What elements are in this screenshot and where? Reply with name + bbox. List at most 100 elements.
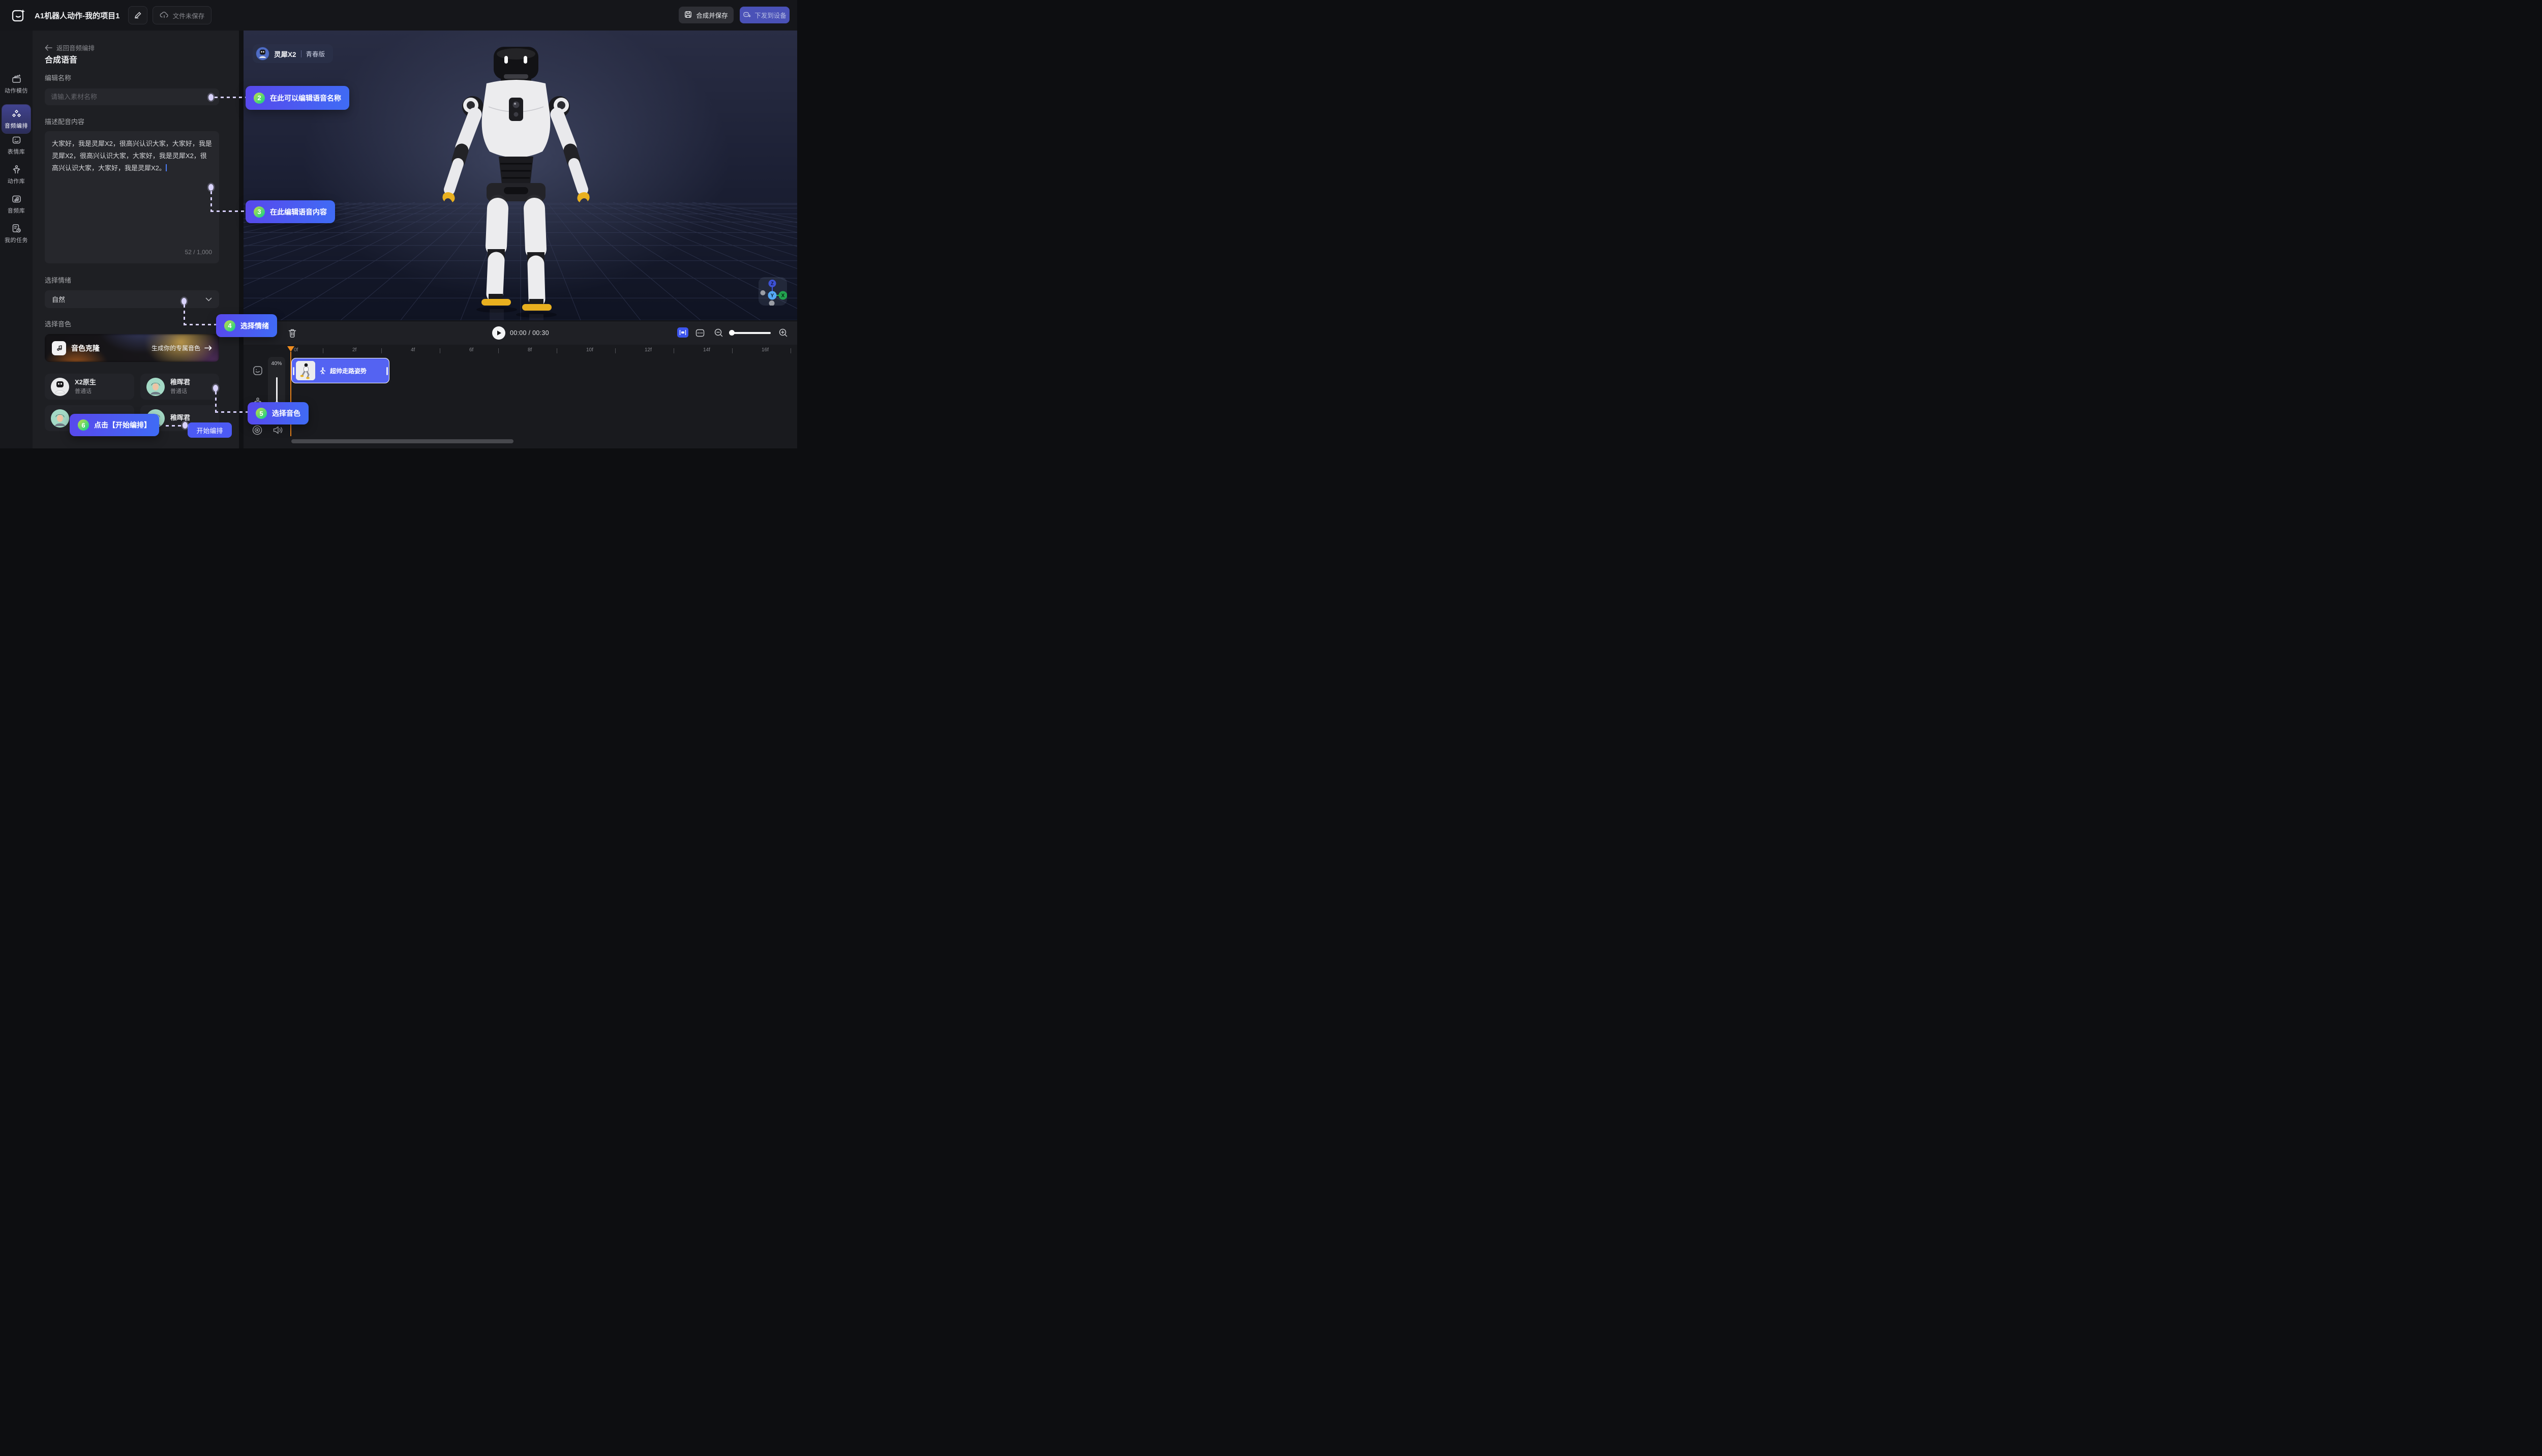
- timeline-zoom-slider[interactable]: [731, 332, 771, 334]
- transport-bar: 00:00 / 00:30: [244, 321, 797, 345]
- nav-item-my-tasks[interactable]: 我的任务: [1, 223, 32, 244]
- volume-track[interactable]: [276, 377, 278, 404]
- chevron-down-icon: [205, 295, 212, 303]
- emotion-select[interactable]: 自然: [45, 290, 219, 308]
- ruler-label: 4f: [411, 347, 415, 353]
- connector-line: [215, 391, 217, 412]
- ruler-label: 0f: [294, 347, 298, 353]
- deploy-to-device-label: 下发到设备: [754, 10, 786, 20]
- axis-x-label: X: [781, 293, 785, 299]
- nav-item-motion-mimic[interactable]: 动作模仿: [1, 74, 32, 95]
- robot-name: 灵犀X2: [274, 49, 296, 59]
- ruler-label: 16f: [762, 347, 769, 353]
- step-number: 2: [254, 93, 265, 104]
- clip-left-handle[interactable]: [293, 367, 294, 375]
- left-nav: 动作模仿 音频编排 表情库 动作库 音频库 我的任务: [0, 31, 33, 448]
- synthesize-voice-panel: 返回音频编排 合成语音 编辑名称 描述配音内容 大家好，我是灵犀X2，很高兴认识…: [33, 31, 239, 448]
- save-and-merge-button[interactable]: 合成并保存: [679, 7, 734, 23]
- nav-label: 我的任务: [5, 236, 28, 244]
- step-text: 选择情绪: [240, 321, 269, 331]
- voice-card-x2[interactable]: X2原生普通话: [45, 374, 134, 400]
- man-avatar: [51, 409, 69, 428]
- tooltip-step-4: 4 选择情绪: [216, 314, 277, 337]
- project-title: A1机器人动作-我的项目1: [35, 0, 120, 31]
- speaker-icon[interactable]: [271, 424, 284, 439]
- voice-name: 稚晖君: [170, 414, 190, 422]
- name-label: 编辑名称: [45, 73, 71, 82]
- ruler-label: 6f: [469, 347, 473, 353]
- step-text: 点击【开始编排】: [94, 420, 151, 430]
- axis-neg-dot: [761, 290, 766, 295]
- deploy-to-device-button[interactable]: 下发到设备: [740, 7, 790, 23]
- robot-3d-viewport[interactable]: 灵犀X2 青春版 Z Y X: [244, 31, 797, 320]
- play-button[interactable]: [492, 326, 505, 340]
- connector-line: [215, 97, 246, 98]
- tooltip-step-3: 3 在此编辑语音内容: [246, 200, 335, 223]
- back-to-audio-arrange[interactable]: 返回音频编排: [45, 43, 95, 52]
- edit-title-button[interactable]: [128, 6, 147, 24]
- robot-model-badge: 灵犀X2 青春版: [253, 44, 333, 63]
- back-label: 返回音频编排: [56, 43, 95, 52]
- nav-item-action-library[interactable]: 动作库: [1, 164, 32, 185]
- save-and-merge-label: 合成并保存: [696, 10, 728, 20]
- app-logo-icon: [10, 7, 27, 24]
- zoom-in-icon[interactable]: [778, 328, 788, 340]
- nav-label: 动作库: [8, 177, 25, 185]
- material-name-input[interactable]: [45, 88, 219, 105]
- fit-timeline-button[interactable]: [677, 327, 688, 338]
- step-number: 4: [224, 320, 235, 331]
- save-icon: [684, 11, 692, 20]
- motion-clip[interactable]: 超帅走路姿势: [291, 358, 389, 383]
- man-avatar: [146, 378, 165, 396]
- axis-z-label: Z: [771, 281, 774, 286]
- file-unsaved-button[interactable]: 文件未保存: [153, 6, 211, 24]
- clip-label: 超帅走路姿势: [330, 367, 367, 375]
- music-file-icon: [52, 341, 66, 355]
- nav-label: 音频库: [8, 206, 25, 215]
- connector-dot: [181, 298, 187, 305]
- walking-person-icon: [319, 367, 326, 374]
- timeline-panel[interactable]: 0f 2f 4f 6f 8f 10f 12f 14f 16f 40%: [244, 345, 797, 448]
- step-text: 在此编辑语音内容: [270, 207, 327, 217]
- voice-name: 稚晖君: [170, 378, 190, 387]
- axis-y-label: Y: [771, 293, 774, 299]
- timeline-zoom-knob[interactable]: [729, 330, 735, 336]
- voice-clone-banner[interactable]: 音色克隆 生成你的专属音色: [45, 334, 219, 362]
- connector-line: [166, 425, 184, 427]
- robot-scene: [244, 31, 797, 320]
- clip-right-handle[interactable]: [386, 367, 388, 375]
- volume-value: 40%: [268, 360, 285, 367]
- voice-content-textarea[interactable]: 大家好，我是灵犀X2，很高兴认识大家，大家好，我是灵犀X2，很高兴认识大家，大家…: [45, 131, 219, 263]
- clone-cta-label: 生成你的专属音色: [152, 344, 200, 352]
- axis-neg-dot: [769, 300, 775, 306]
- horizontal-scrollbar[interactable]: [291, 439, 513, 443]
- tooltip-step-2: 2 在此可以编辑语音名称: [246, 86, 349, 110]
- expression-track-icon[interactable]: [252, 365, 263, 379]
- nav-item-audio-library[interactable]: 音频库: [1, 194, 32, 215]
- voice-content-text: 大家好，我是灵犀X2，很高兴认识大家，大家好，我是灵犀X2，很高兴认识大家，大家…: [52, 140, 212, 172]
- clip-thumbnail: [296, 361, 315, 380]
- delete-clip-button[interactable]: [288, 328, 296, 340]
- file-unsaved-label: 文件未保存: [173, 11, 205, 20]
- nav-item-audio-arrange[interactable]: 音频编排: [2, 105, 31, 133]
- nav-item-expression-library[interactable]: 表情库: [1, 135, 32, 156]
- axis-gizmo[interactable]: Z Y X: [759, 277, 787, 306]
- start-arrange-button[interactable]: 开始编排: [188, 422, 232, 438]
- clapperboard-icon: [11, 74, 22, 84]
- record-target-icon[interactable]: [251, 424, 263, 439]
- zoom-out-icon[interactable]: [714, 328, 723, 340]
- step-text: 选择音色: [272, 408, 300, 418]
- voice-lang: 普通话: [75, 387, 96, 395]
- step-number: 6: [78, 419, 89, 431]
- clip-range-button[interactable]: [695, 328, 705, 341]
- voice-label: 选择音色: [45, 319, 71, 328]
- connector-dot: [183, 422, 188, 429]
- playhead-handle[interactable]: [287, 346, 294, 352]
- ruler-label: 10f: [586, 347, 593, 353]
- ruler-label: 14f: [703, 347, 710, 353]
- music-card-icon: [11, 194, 22, 204]
- robot-edition: 青春版: [306, 49, 325, 58]
- ruler-label: 8f: [528, 347, 532, 353]
- step-text: 在此可以编辑语音名称: [270, 93, 341, 103]
- voice-card-zhihuijun[interactable]: 稚晖君普通话: [140, 374, 219, 400]
